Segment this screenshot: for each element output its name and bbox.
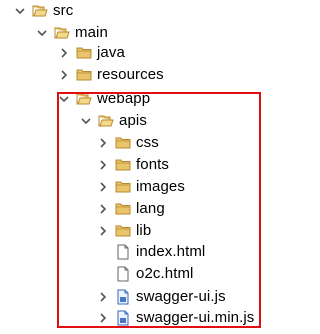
tree-item-label: fonts [136,156,170,173]
chevron-right-icon[interactable] [96,158,110,172]
tree-item-src[interactable]: src [13,0,73,22]
tree-item-label: lib [136,222,152,239]
folder-icon [76,45,92,61]
chevron-right-icon[interactable] [96,224,110,238]
file-icon [115,244,131,260]
folder-icon [115,157,131,173]
tree-item-index-html[interactable]: index.html [115,241,205,263]
tree-item-swagger-ui-min-js[interactable]: swagger-ui.min.js [96,307,254,329]
tree-item-o2c-html[interactable]: o2c.html [115,263,194,285]
tree-item-label: main [75,24,108,41]
folder-open-icon [76,91,92,107]
tree-item-fonts[interactable]: fonts [96,154,169,176]
project-file-tree: src main java resources webapp apis css … [0,0,281,334]
tree-item-images[interactable]: images [96,176,185,198]
tree-item-label: resources [97,66,164,83]
chevron-right-icon[interactable] [96,136,110,150]
folder-icon [76,67,92,83]
tree-item-label: webapp [97,90,151,107]
folder-icon [115,179,131,195]
folder-icon [115,201,131,217]
chevron-down-icon[interactable] [79,114,93,128]
tree-item-lang[interactable]: lang [96,198,165,220]
tree-item-css[interactable]: css [96,132,159,154]
tree-item-resources[interactable]: resources [57,64,164,86]
tree-item-main[interactable]: main [35,22,108,44]
chevron-down-icon[interactable] [13,4,27,18]
tree-item-label: o2c.html [136,265,194,282]
tree-item-label: java [97,44,125,61]
js-file-icon [115,289,131,305]
tree-item-apis[interactable]: apis [79,110,147,132]
tree-item-label: src [53,2,74,19]
chevron-right-icon[interactable] [57,46,71,60]
chevron-right-icon[interactable] [96,290,110,304]
chevron-right-icon[interactable] [57,68,71,82]
tree-item-label: apis [119,112,147,129]
folder-icon [115,223,131,239]
tree-item-webapp[interactable]: webapp [57,88,150,110]
folder-open-icon [98,113,114,129]
chevron-right-icon[interactable] [96,180,110,194]
chevron-right-icon[interactable] [96,202,110,216]
chevron-down-icon[interactable] [57,92,71,106]
folder-open-icon [32,3,48,19]
tree-item-label: css [136,134,159,151]
folder-open-icon [54,25,70,41]
tree-item-label: lang [136,200,165,217]
folder-icon [115,135,131,151]
tree-item-lib[interactable]: lib [96,220,151,242]
chevron-down-icon[interactable] [35,26,49,40]
tree-item-label: swagger-ui.js [136,288,226,305]
tree-item-label: index.html [136,243,206,260]
tree-item-java[interactable]: java [57,42,125,64]
tree-item-swagger-ui-js[interactable]: swagger-ui.js [96,286,226,308]
file-icon [115,266,131,282]
chevron-right-icon[interactable] [96,311,110,325]
tree-item-label: swagger-ui.min.js [136,309,255,326]
tree-item-label: images [136,178,185,195]
js-file-icon [115,310,131,326]
